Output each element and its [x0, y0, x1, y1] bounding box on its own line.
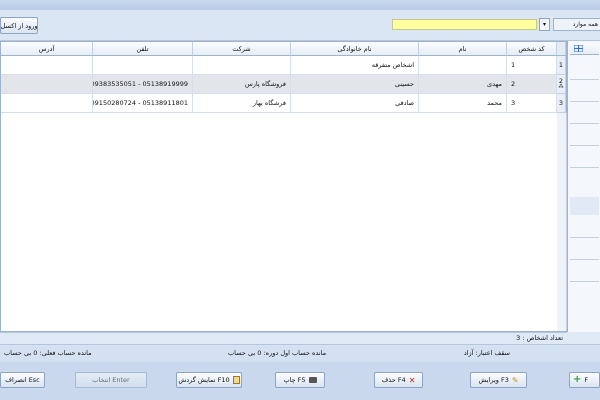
column-header-code[interactable]: کد شخص — [507, 42, 557, 56]
row-header-gutter — [557, 113, 567, 331]
delete-x-icon: ✕ — [408, 375, 416, 385]
current-row-marker-icon: ⁂ — [558, 84, 564, 90]
import-excel-button[interactable]: ورود از اکسل — [0, 17, 38, 34]
pencil-icon: ✎ — [511, 375, 519, 385]
turnover-label: نمایش گردش F10 — [178, 376, 230, 384]
table-cell-address[interactable] — [1, 56, 93, 75]
side-section — [570, 197, 599, 215]
side-divider — [570, 79, 599, 80]
edit-button[interactable]: ویرایش F3 ✎ — [470, 372, 527, 388]
table-cell-phone[interactable]: 09383535051 - 05138919999 — [93, 75, 193, 94]
current-balance-text: مانده حساب فعلی: 0 بی حساب — [4, 349, 92, 357]
filter-dropdown-arrow-icon[interactable]: ▾ — [539, 18, 550, 31]
side-divider — [570, 101, 599, 102]
side-divider — [570, 123, 599, 124]
table-cell-code[interactable]: 2 — [507, 75, 557, 94]
table-cell-address[interactable] — [1, 94, 93, 113]
opening-balance-text: مانده حساب اول دوره: 0 بی حساب — [228, 349, 327, 357]
account-info-bar: سقف اعتبار: آزاد مانده حساب اول دوره: 0 … — [0, 344, 600, 364]
row-number[interactable]: 3 — [557, 94, 566, 113]
import-excel-label: ورود از اکسل — [0, 21, 38, 30]
plus-icon: + — [573, 374, 582, 385]
table-cell-first-name[interactable]: مهدی — [419, 75, 507, 94]
column-header-last-name[interactable]: نام خانوادگی — [291, 42, 419, 56]
side-divider — [570, 259, 599, 260]
grid-corner — [557, 42, 566, 56]
search-input[interactable] — [392, 19, 537, 30]
delete-button[interactable]: حذف F4 ✕ — [374, 372, 423, 388]
delete-label: حذف F4 — [381, 376, 406, 384]
column-header-address[interactable]: آدرس — [1, 42, 93, 56]
table-cell-phone[interactable]: 09150280724 - 05138911801 — [93, 94, 193, 113]
print-button[interactable]: چاپ F5 — [275, 372, 325, 388]
row-number[interactable]: 1 — [557, 56, 566, 75]
credit-limit-text: سقف اعتبار: آزاد — [463, 349, 510, 357]
print-label: چاپ F5 — [283, 376, 306, 384]
table-cell-last-name[interactable]: اشخاص متفرقه — [291, 56, 419, 75]
persons-table: آدرس تلفن شرکت نام خانوادگی نام کد شخص ا… — [0, 41, 567, 332]
table-cell-company[interactable] — [193, 56, 291, 75]
table-cell-last-name[interactable]: حسینی — [291, 75, 419, 94]
table-cell-phone[interactable] — [93, 56, 193, 75]
column-header-company[interactable]: شرکت — [193, 42, 291, 56]
table-cell-company[interactable]: فروشگاه پارس — [193, 75, 291, 94]
table-cell-company[interactable]: فرشگاه بهار — [193, 94, 291, 113]
column-header-phone[interactable]: تلفن — [93, 42, 193, 56]
table-cell-code[interactable]: 1 — [507, 56, 557, 75]
cancel-label: انصراف Esc — [5, 376, 40, 384]
filter-dropdown[interactable]: همه موارد — [553, 18, 600, 31]
edit-label: ویرایش F3 — [478, 376, 509, 384]
select-button[interactable]: انتخاب Enter — [75, 372, 147, 388]
side-divider — [570, 145, 599, 146]
table-cell-first-name[interactable]: محمد — [419, 94, 507, 113]
side-divider — [570, 237, 599, 238]
table-cell-code[interactable]: 3 — [507, 94, 557, 113]
persons-count: تعداد اشخاص : 3 — [516, 334, 563, 342]
action-bar: انصراف Esc انتخاب Enter نمایش گردش F10 چ… — [0, 362, 600, 400]
side-panel-header — [570, 43, 599, 55]
cancel-button[interactable]: انصراف Esc — [0, 372, 45, 388]
side-divider — [570, 167, 599, 168]
report-icon — [232, 376, 240, 384]
table-cell-last-name[interactable]: صادقی — [291, 94, 419, 113]
window-titlebar — [0, 0, 600, 10]
select-label: انتخاب Enter — [92, 376, 130, 384]
side-panel — [567, 41, 600, 332]
printer-icon — [308, 377, 317, 383]
add-button[interactable]: + F — [569, 372, 600, 388]
table-cell-address[interactable] — [1, 75, 93, 94]
row-number[interactable]: 2 ⁂ — [557, 75, 566, 94]
add-label: F — [584, 376, 589, 384]
column-header-first-name[interactable]: نام — [419, 42, 507, 56]
turnover-button[interactable]: نمایش گردش F10 — [176, 372, 242, 388]
side-divider — [570, 281, 599, 282]
grid-icon — [574, 45, 583, 52]
table-cell-first-name[interactable] — [419, 56, 507, 75]
filter-dropdown-label: همه موارد — [572, 21, 598, 28]
